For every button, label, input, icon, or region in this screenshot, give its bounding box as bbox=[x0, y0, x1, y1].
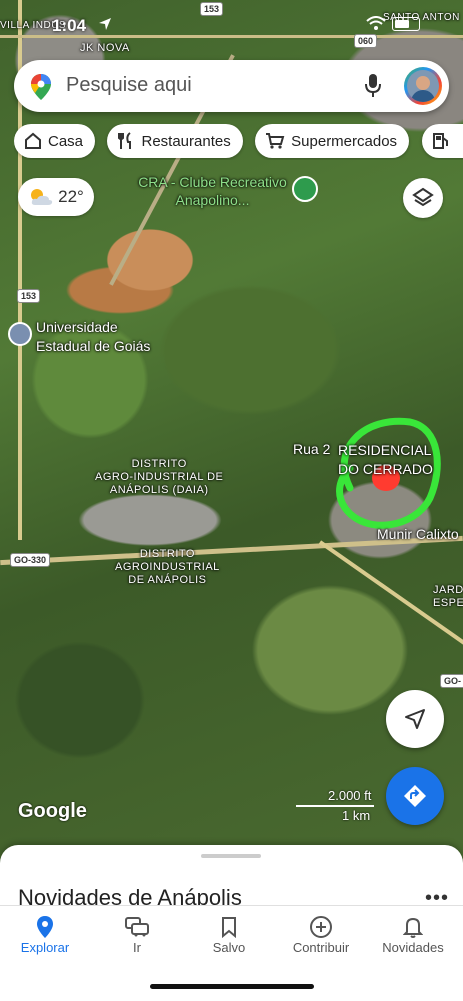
layers-icon bbox=[412, 187, 434, 209]
avatar[interactable] bbox=[404, 67, 442, 105]
nav-salvo[interactable]: Salvo bbox=[184, 914, 274, 955]
directions-button[interactable] bbox=[386, 767, 444, 825]
maps-logo-icon bbox=[30, 73, 52, 101]
explore-pin-icon bbox=[36, 915, 54, 939]
distrito2-line1: DISTRITO bbox=[115, 548, 220, 561]
map-label-distrito2: DISTRITO AGROINDUSTRIAL DE ANÁPOLIS bbox=[115, 548, 220, 587]
nav-explorar-label: Explorar bbox=[0, 940, 90, 955]
restaurant-icon bbox=[117, 132, 135, 150]
scale-ft: 2.000 ft bbox=[328, 788, 371, 803]
search-input[interactable]: Pesquise aqui bbox=[66, 74, 192, 97]
route-shield-go-right: GO- bbox=[440, 674, 463, 688]
nav-ir-label: Ir bbox=[92, 940, 182, 955]
bookmark-icon bbox=[221, 916, 237, 938]
home-indicator[interactable] bbox=[150, 984, 314, 989]
daia-line3: ANÁPOLIS (DAIA) bbox=[95, 484, 223, 497]
location-arrow-icon bbox=[98, 17, 112, 31]
university-line1: Universidade bbox=[36, 318, 150, 337]
daia-line1: DISTRITO bbox=[95, 458, 223, 471]
bell-icon bbox=[403, 915, 423, 939]
partly-cloudy-icon bbox=[28, 187, 54, 207]
chip-supermercados-label: Supermercados bbox=[291, 133, 397, 150]
university-line2: Estadual de Goiás bbox=[36, 337, 150, 356]
park-icon[interactable] bbox=[292, 176, 318, 202]
distrito2-line3: DE ANÁPOLIS bbox=[115, 574, 220, 587]
map-label-residencial: RESIDENCIAL DO CERRADO bbox=[338, 441, 433, 479]
jardim-line2: ESPERA bbox=[433, 597, 463, 610]
home-icon bbox=[24, 132, 42, 150]
jardim-line1: JARDI bbox=[433, 584, 463, 597]
map-label-munir: Munir Calixto bbox=[377, 526, 459, 542]
chip-casa-label: Casa bbox=[48, 133, 83, 150]
route-shield-go330: GO-330 bbox=[10, 553, 50, 567]
map-label-clube[interactable]: CRA - Clube Recreativo Anapolino... bbox=[135, 173, 290, 209]
nav-novidades[interactable]: Novidades bbox=[368, 914, 458, 955]
directions-icon bbox=[402, 783, 428, 809]
map-label-jardim: JARDI ESPERA bbox=[433, 584, 463, 610]
residencial-line2: DO CERRADO bbox=[338, 460, 433, 479]
chip-supermercados[interactable]: Supermercados bbox=[255, 124, 409, 158]
nav-ir[interactable]: Ir bbox=[92, 914, 182, 955]
map-label-university[interactable]: Universidade Estadual de Goiás bbox=[36, 318, 150, 356]
residencial-line1: RESIDENCIAL bbox=[338, 441, 433, 460]
distrito2-line2: AGROINDUSTRIAL bbox=[115, 561, 220, 574]
map-label-daia: DISTRITO AGRO-INDUSTRIAL DE ANÁPOLIS (DA… bbox=[95, 458, 223, 497]
daia-line2: AGRO-INDUSTRIAL DE bbox=[95, 471, 223, 484]
nav-explorar[interactable]: Explorar bbox=[0, 914, 90, 955]
university-icon[interactable] bbox=[8, 322, 32, 346]
sheet-drag-handle[interactable] bbox=[201, 854, 261, 858]
map-label-rua: Rua 2 bbox=[293, 441, 330, 457]
my-location-button[interactable] bbox=[386, 690, 444, 748]
weather-chip[interactable]: 22° bbox=[18, 178, 94, 216]
nav-contribuir[interactable]: Contribuir bbox=[276, 914, 366, 955]
nav-salvo-label: Salvo bbox=[184, 940, 274, 955]
route-shield-153-left: 153 bbox=[17, 289, 40, 303]
car-icon bbox=[124, 916, 150, 938]
chip-gas[interactable] bbox=[422, 124, 463, 158]
map-label-jk-nova: JK NOVA bbox=[80, 42, 130, 54]
add-circle-icon bbox=[309, 915, 333, 939]
search-bar[interactable]: Pesquise aqui bbox=[14, 60, 449, 112]
nav-novidades-label: Novidades bbox=[368, 940, 458, 955]
chip-restaurantes-label: Restaurantes bbox=[141, 133, 230, 150]
microphone-icon[interactable] bbox=[364, 73, 382, 99]
chip-restaurantes[interactable]: Restaurantes bbox=[107, 124, 242, 158]
layers-button[interactable] bbox=[403, 178, 443, 218]
navigation-arrow-icon bbox=[404, 708, 426, 730]
status-time: 1:04 bbox=[52, 16, 86, 36]
category-chips: Casa Restaurantes Supermercados bbox=[14, 124, 463, 160]
battery-icon bbox=[392, 17, 420, 31]
cart-icon bbox=[265, 132, 285, 150]
nav-contribuir-label: Contribuir bbox=[276, 940, 366, 955]
chip-casa[interactable]: Casa bbox=[14, 124, 95, 158]
wifi-icon bbox=[366, 16, 386, 30]
status-bar: 1:04 bbox=[0, 0, 463, 40]
weather-temp: 22° bbox=[58, 187, 84, 207]
scale-km: 1 km bbox=[342, 808, 370, 823]
gas-station-icon bbox=[432, 132, 450, 150]
scale-bar bbox=[296, 805, 374, 807]
google-attribution: Google bbox=[18, 800, 87, 823]
